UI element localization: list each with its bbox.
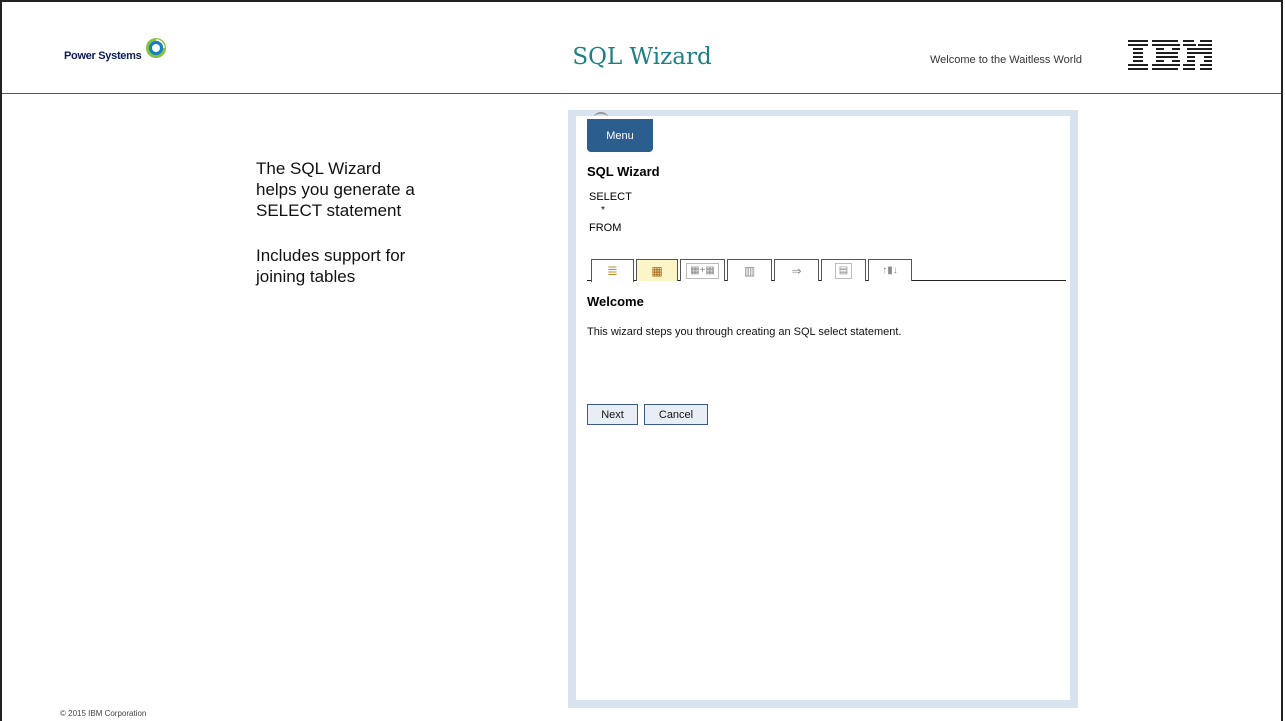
table-icon: ▦ xyxy=(651,263,663,278)
join-tables-icon: ▦+▦ xyxy=(686,262,719,279)
condition-icon: ⇒ xyxy=(791,263,802,278)
bullet-line: SELECT statement xyxy=(256,201,402,220)
tab-tables[interactable]: ▦ xyxy=(636,259,678,281)
sql-preview-line: FROM xyxy=(589,222,622,234)
next-button[interactable]: Next xyxy=(587,404,638,425)
bullet-line: The SQL Wizard xyxy=(256,159,382,178)
bullet-text-2: Includes support for joining tables xyxy=(256,245,415,287)
welcome-description: This wizard steps you through creating a… xyxy=(587,326,902,338)
menu-button[interactable]: Menu xyxy=(587,119,653,152)
brand-text: Power Systems xyxy=(64,50,142,62)
tab-join[interactable]: ▦+▦ xyxy=(680,259,725,281)
header-divider xyxy=(2,93,1281,94)
tab-conditions[interactable]: ⇒ xyxy=(774,259,819,281)
sql-preview-line: SELECT xyxy=(589,191,632,203)
welcome-title: Welcome xyxy=(587,294,644,309)
tagline: Welcome to the Waitless World xyxy=(930,54,1083,66)
bullet-line: helps you generate a xyxy=(256,180,415,199)
column-icon: ▥ xyxy=(743,263,756,278)
tab-sort[interactable]: ↑▮↓ xyxy=(868,259,912,281)
power-systems-logo-icon xyxy=(146,38,167,58)
tab-columns[interactable]: ▥ xyxy=(727,259,772,281)
sql-preview-line: * xyxy=(601,205,605,216)
sort-icon: ↑▮↓ xyxy=(882,265,898,276)
bullet-line: joining tables xyxy=(256,267,356,286)
slide-bullets: The SQL Wizard helps you generate a SELE… xyxy=(256,158,415,311)
wizard-heading: SQL Wizard xyxy=(587,164,660,179)
bullet-line: Includes support for xyxy=(256,246,406,265)
pencil-list-icon: ≣ xyxy=(607,263,618,278)
ibm-logo-icon xyxy=(1128,40,1212,70)
tab-welcome[interactable]: ≣ xyxy=(591,259,634,282)
page-title: SQL Wizard xyxy=(572,44,712,70)
summary-icon: ▤ xyxy=(834,262,853,279)
wizard-tabs: ≣ ▦ ▦+▦ ▥ ⇒ ▤ ↑▮↓ xyxy=(587,259,1066,282)
tab-summary[interactable]: ▤ xyxy=(821,259,866,281)
power-systems-brand: Power Systems xyxy=(64,36,168,64)
sql-wizard-window: Menu SQL Wizard SELECT * FROM ≣ ▦ ▦+▦ ▥ … xyxy=(568,110,1078,708)
bullet-text-1: The SQL Wizard helps you generate a SELE… xyxy=(256,158,415,221)
copyright: © 2015 IBM Corporation xyxy=(60,709,147,718)
cancel-button[interactable]: Cancel xyxy=(644,404,708,425)
